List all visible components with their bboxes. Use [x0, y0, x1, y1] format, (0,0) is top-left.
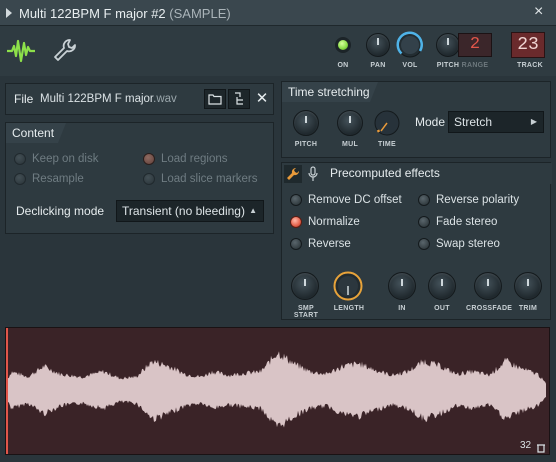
volume-knob[interactable] [396, 31, 424, 59]
normalize-option[interactable]: Normalize [290, 216, 360, 228]
wrench-icon[interactable] [284, 165, 302, 183]
file-name-text: Multi 122BPM F major [40, 93, 154, 105]
smp-start-label: SMP START [293, 305, 319, 319]
keep-on-disk-option[interactable]: Keep on disk [14, 153, 99, 165]
pan-knob[interactable] [366, 33, 390, 57]
crossfade-knob[interactable] [474, 272, 502, 300]
load-slice-markers-label: Load slice markers [161, 173, 258, 185]
track-label: TRACK [517, 62, 543, 69]
load-regions-radio[interactable] [143, 153, 155, 165]
precomputed-effects-panel: Precomputed effects Remove DC offset Nor… [281, 162, 552, 320]
content-panel: Content Keep on disk Load regions Resamp… [5, 122, 274, 234]
close-button[interactable]: × [534, 3, 543, 21]
crossfade-label: CROSSFADE [466, 305, 513, 312]
range-label: RANGE [461, 62, 489, 69]
normalize-radio[interactable] [290, 216, 302, 228]
window-subtitle: (SAMPLE) [169, 6, 231, 21]
reverse-label: Reverse [308, 238, 351, 250]
remove-dc-offset-radio[interactable] [290, 194, 302, 206]
smp-start-knob[interactable] [291, 272, 319, 300]
pitch-knob[interactable] [436, 33, 460, 57]
waveform-graph [8, 351, 546, 428]
precomputed-title: Precomputed effects [330, 166, 440, 180]
reverse-radio[interactable] [290, 238, 302, 250]
mode-label: Mode [415, 115, 446, 129]
wrench-tab-icon[interactable] [52, 37, 78, 63]
time-stretching-title: Time stretching [282, 82, 370, 102]
mic-icon[interactable] [306, 166, 320, 182]
swap-stereo-option[interactable]: Swap stereo [418, 238, 500, 250]
snap-icon[interactable] [536, 440, 546, 453]
clear-file-button[interactable]: ✕ [253, 89, 271, 109]
resample-radio[interactable] [14, 173, 26, 185]
open-folder-button[interactable] [204, 89, 226, 109]
resample-label: Resample [32, 173, 84, 185]
trim-label: TRIM [518, 305, 538, 312]
ts-mul-knob[interactable] [337, 110, 363, 136]
length-label: LENGTH [333, 305, 365, 312]
in-knob[interactable] [388, 272, 416, 300]
time-stretching-panel: Time stretching PITCH MUL TIME Mode Stre… [281, 81, 551, 158]
declicking-mode-label: Declicking mode [16, 204, 105, 218]
title-bar[interactable]: Multi 122BPM F major #2 (SAMPLE) × [0, 0, 556, 26]
declicking-mode-value: Transient (no bleeding) [122, 204, 245, 218]
load-slice-markers-radio[interactable] [143, 173, 155, 185]
file-panel: File Multi 122BPM F major.wav ✕ [5, 83, 274, 115]
reverse-polarity-option[interactable]: Reverse polarity [418, 194, 519, 206]
load-regions-label: Load regions [161, 153, 228, 165]
waveform-tab-icon[interactable] [5, 35, 37, 67]
on-led-button[interactable] [335, 37, 351, 53]
swap-stereo-label: Swap stereo [436, 238, 500, 250]
mode-value: Stretch [454, 115, 493, 129]
keep-on-disk-label: Keep on disk [32, 153, 99, 165]
keep-on-disk-radio[interactable] [14, 153, 26, 165]
in-label: IN [398, 305, 406, 312]
dropdown-arrow-icon: ▲ [249, 206, 257, 215]
zoom-level: 32 [520, 440, 532, 451]
file-label: File [14, 92, 34, 106]
window-title: Multi 122BPM F major #2 (SAMPLE) [19, 6, 231, 21]
waveform-display[interactable]: 32 [5, 327, 550, 455]
folder-icon [208, 94, 222, 105]
resample-option[interactable]: Resample [14, 173, 84, 185]
ts-mul-label: MUL [341, 141, 359, 148]
out-knob[interactable] [428, 272, 456, 300]
fade-stereo-label: Fade stereo [436, 216, 498, 228]
toolbar: ON PAN VOL PITCH 2 RANGE 23 TRACK [0, 26, 556, 76]
content-title: Content [6, 123, 58, 143]
locate-file-button[interactable] [228, 89, 250, 109]
ts-time-knob[interactable] [373, 109, 401, 137]
swap-stereo-radio[interactable] [418, 238, 430, 250]
remove-dc-offset-label: Remove DC offset [308, 194, 402, 206]
remove-dc-offset-option[interactable]: Remove DC offset [290, 194, 402, 206]
declicking-mode-select[interactable]: Transient (no bleeding) ▲ [116, 200, 264, 222]
mode-select[interactable]: Stretch ▶ [448, 111, 544, 133]
fade-stereo-radio[interactable] [418, 216, 430, 228]
vol-label: VOL [402, 62, 418, 69]
file-name: Multi 122BPM F major.wav [40, 93, 177, 105]
reverse-polarity-label: Reverse polarity [436, 194, 520, 206]
fade-stereo-option[interactable]: Fade stereo [418, 216, 497, 228]
out-label: OUT [434, 305, 450, 312]
trim-knob[interactable] [514, 272, 542, 300]
ts-pitch-label: PITCH [294, 141, 318, 148]
reverse-polarity-radio[interactable] [418, 194, 430, 206]
mode-arrow-icon: ▶ [530, 117, 537, 126]
file-extension: .wav [153, 93, 177, 105]
load-regions-option[interactable]: Load regions [143, 153, 228, 165]
waveform-shape [8, 351, 546, 428]
length-knob[interactable] [333, 271, 363, 301]
ts-time-label: TIME [378, 141, 396, 148]
reverse-option[interactable]: Reverse [290, 238, 351, 250]
menu-arrow-icon[interactable] [6, 8, 12, 18]
window-title-text: Multi 122BPM F major #2 [19, 6, 166, 21]
load-slice-markers-option[interactable]: Load slice markers [143, 173, 258, 185]
track-display[interactable]: 23 [511, 32, 545, 58]
normalize-label: Normalize [308, 216, 360, 228]
locate-icon [235, 92, 243, 105]
ts-pitch-knob[interactable] [293, 110, 319, 136]
pitch-range-display[interactable]: 2 [458, 33, 492, 57]
on-label: ON [337, 62, 349, 69]
